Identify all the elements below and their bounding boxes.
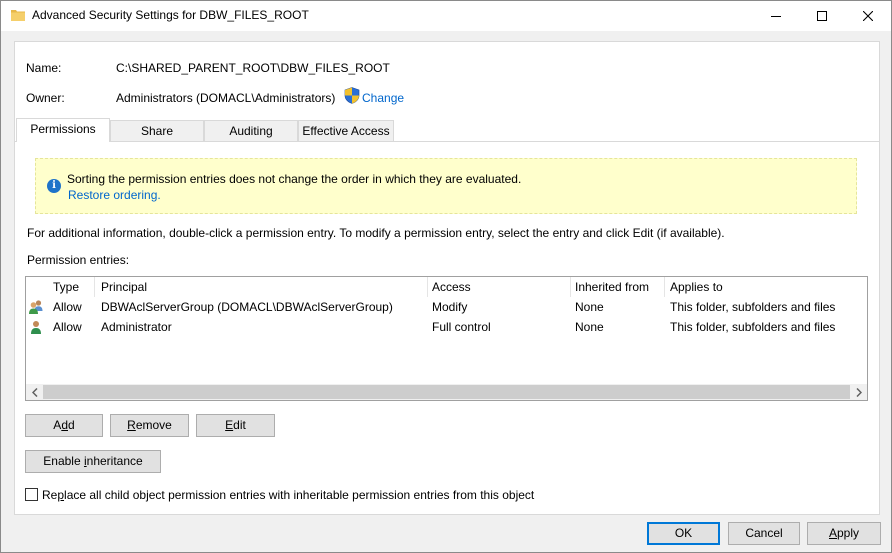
entry-principal: Administrator — [101, 320, 172, 334]
minimize-button[interactable] — [753, 1, 799, 31]
entry-access: Full control — [432, 320, 491, 334]
replace-label-post: lace all child object permission entries… — [64, 488, 535, 502]
replace-child-entries-label[interactable]: Replace all child object permission entr… — [42, 488, 534, 502]
cancel-button[interactable]: Cancel — [728, 522, 800, 545]
apply-button[interactable]: Apply — [807, 522, 881, 545]
column-divider[interactable] — [427, 277, 428, 297]
maximize-icon — [817, 11, 827, 21]
permission-entries-label: Permission entries: — [27, 253, 130, 267]
column-header-access[interactable]: Access — [432, 280, 471, 294]
remove-label-post: emove — [135, 418, 172, 432]
uac-shield-icon — [344, 87, 360, 104]
owner-value: Administrators (DOMACL\Administrators) — [116, 91, 336, 105]
title-bar[interactable]: Advanced Security Settings for DBW_FILES… — [1, 1, 891, 31]
entry-inherited-from: None — [575, 300, 604, 314]
edit-label-accel: E — [225, 418, 234, 432]
inherit-label-pre: Enable — [43, 454, 84, 468]
horizontal-scrollbar[interactable] — [26, 384, 867, 400]
entry-principal: DBWAclServerGroup (DOMACL\DBWAclServerGr… — [101, 300, 393, 314]
entry-inherited-from: None — [575, 320, 604, 334]
apply-label-accel: A — [828, 526, 837, 540]
ok-button[interactable]: OK — [647, 522, 720, 545]
column-header-principal[interactable]: Principal — [101, 280, 147, 294]
change-owner-link[interactable]: Change — [362, 91, 404, 105]
column-header-inherited-from[interactable]: Inherited from — [575, 280, 649, 294]
info-icon: i — [47, 179, 61, 193]
replace-child-entries-checkbox[interactable] — [25, 488, 38, 501]
scrollbar-thumb[interactable] — [43, 385, 850, 399]
add-button[interactable]: Add — [25, 414, 103, 437]
user-group-icon — [29, 300, 43, 314]
name-label: Name: — [26, 61, 62, 75]
replace-label-pre: Re — [42, 488, 58, 502]
tab-auditing[interactable]: Auditing — [204, 120, 298, 142]
entry-type: Allow — [53, 300, 82, 314]
table-row[interactable]: Allow Administrator Full control None Th… — [26, 317, 867, 337]
add-label-post: d — [68, 418, 75, 432]
scroll-left-button[interactable] — [26, 384, 43, 400]
remove-label-accel: R — [127, 418, 136, 432]
entry-access: Modify — [432, 300, 468, 314]
info-banner: i Sorting the permission entries does no… — [35, 158, 857, 214]
close-button[interactable] — [845, 1, 891, 31]
scroll-right-button[interactable] — [850, 384, 867, 400]
column-header-type[interactable]: Type — [53, 280, 79, 294]
remove-button[interactable]: Remove — [110, 414, 189, 437]
edit-button[interactable]: Edit — [196, 414, 275, 437]
window-title: Advanced Security Settings for DBW_FILES… — [32, 8, 309, 22]
entry-applies-to: This folder, subfolders and files — [670, 320, 836, 334]
enable-inheritance-button[interactable]: Enable inheritance — [25, 450, 161, 473]
close-icon — [863, 11, 873, 21]
name-value: C:\SHARED_PARENT_ROOT\DBW_FILES_ROOT — [116, 61, 390, 75]
permission-entries-list[interactable]: Type Principal Access Inherited from App… — [25, 276, 868, 401]
table-row[interactable]: Allow DBWAclServerGroup (DOMACL\DBWAclSe… — [26, 297, 867, 317]
entry-type: Allow — [53, 320, 82, 334]
chevron-right-icon — [855, 387, 862, 397]
maximize-button[interactable] — [799, 1, 845, 31]
edit-label-post: dit — [233, 418, 246, 432]
column-divider[interactable] — [94, 277, 95, 297]
tab-permissions[interactable]: Permissions — [16, 118, 110, 142]
owner-label: Owner: — [26, 91, 65, 105]
column-header-applies-to[interactable]: Applies to — [670, 280, 723, 294]
column-divider[interactable] — [664, 277, 665, 297]
apply-label-post: pply — [837, 526, 860, 540]
advanced-security-window: Advanced Security Settings for DBW_FILES… — [0, 0, 892, 553]
column-divider[interactable] — [570, 277, 571, 297]
banner-message: Sorting the permission entries does not … — [67, 172, 522, 186]
restore-ordering-link[interactable]: Restore ordering. — [68, 188, 161, 202]
tab-share[interactable]: Share — [110, 120, 204, 142]
folder-icon — [11, 10, 25, 21]
tab-effective-access[interactable]: Effective Access — [298, 120, 394, 142]
minimize-icon — [771, 16, 781, 17]
instructions-text: For additional information, double-click… — [27, 226, 725, 240]
chevron-left-icon — [31, 387, 38, 397]
user-icon — [31, 321, 41, 334]
entry-applies-to: This folder, subfolders and files — [670, 300, 836, 314]
inherit-label-post: nheritance — [86, 454, 143, 468]
add-label-accel: d — [61, 418, 68, 432]
